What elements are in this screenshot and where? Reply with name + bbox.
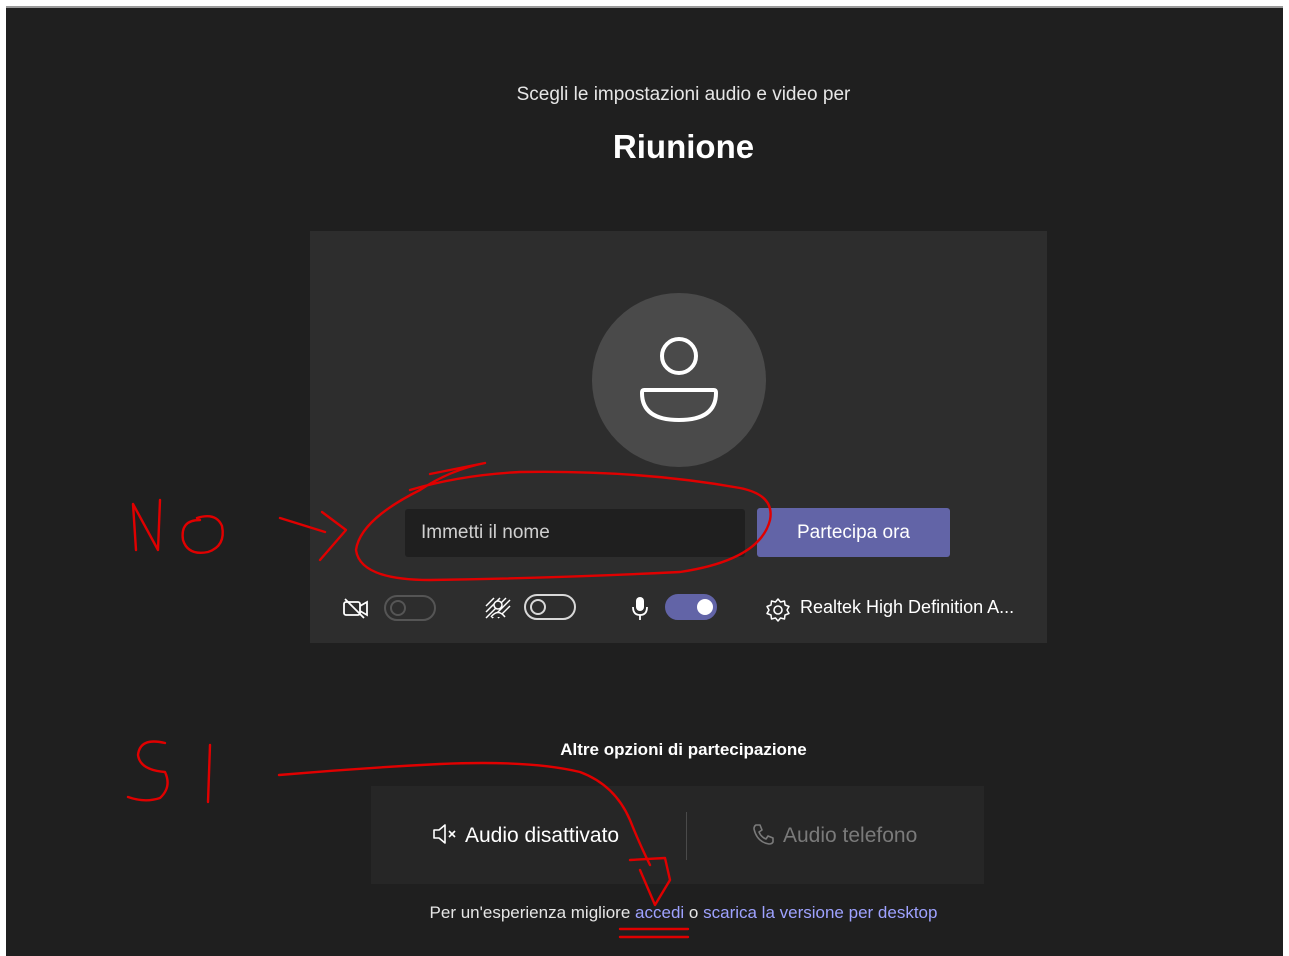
phone-icon: [753, 824, 774, 845]
background-toggle[interactable]: [524, 594, 576, 620]
audio-off-option[interactable]: Audio disattivato: [431, 822, 619, 848]
more-options-label: Altre opzioni di partecipazione: [560, 740, 807, 759]
more-join-options: Audio disattivato Audio telefono: [371, 786, 984, 884]
footer-connector: o: [688, 903, 699, 922]
avatar: [592, 293, 766, 467]
phone-audio-option[interactable]: Audio telefono: [751, 822, 917, 848]
microphone-toggle[interactable]: [665, 594, 717, 620]
options-divider: [686, 812, 687, 860]
download-desktop-link[interactable]: scarica la versione per desktop: [703, 903, 937, 922]
prejoin-subtitle: Scegli le impostazioni audio e video per: [516, 84, 851, 105]
camera-toggle[interactable]: [384, 595, 436, 621]
footer-text: Per un'esperienza migliore accedi o scar…: [6, 903, 1289, 923]
meeting-title: Riunione: [612, 128, 755, 165]
phone-audio-label: Audio telefono: [783, 824, 918, 847]
background-blur-icon: [485, 597, 511, 619]
signin-link[interactable]: accedi: [635, 903, 684, 922]
audio-off-label: Audio disattivato: [465, 824, 620, 847]
footer-prefix: Per un'esperienza migliore: [429, 903, 631, 922]
join-now-button[interactable]: Partecipa ora: [757, 508, 950, 557]
person-icon: [639, 337, 719, 423]
microphone-icon: [632, 597, 648, 620]
teams-prejoin-screen: Scegli le impostazioni audio e video per…: [6, 8, 1283, 956]
speaker-muted-icon: [433, 824, 456, 844]
device-settings-icon[interactable]: [765, 597, 791, 623]
camera-off-icon: [343, 598, 368, 619]
audio-device-label[interactable]: Realtek High Definition A...: [800, 597, 1014, 618]
video-preview-panel: Partecipa ora: [310, 231, 1047, 643]
name-input[interactable]: [405, 509, 745, 557]
